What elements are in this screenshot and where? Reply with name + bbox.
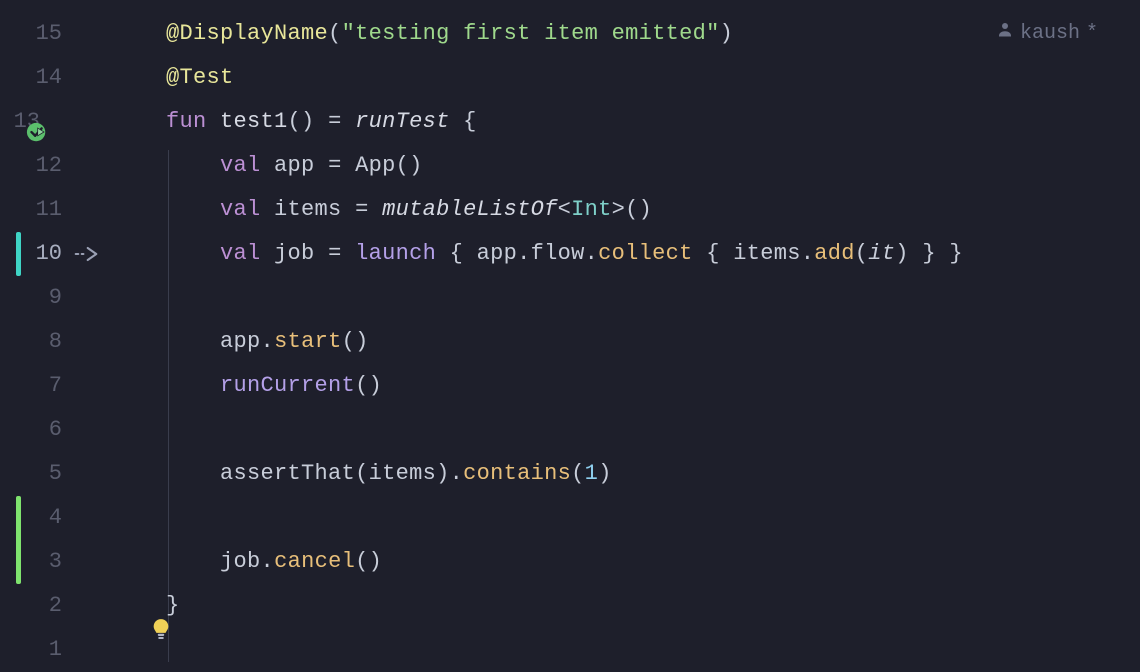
code-line[interactable]: runCurrent() xyxy=(112,364,1140,408)
line-number[interactable]: 11 xyxy=(0,188,112,232)
line-number[interactable]: 14 xyxy=(0,56,112,100)
line-number[interactable]: 12 xyxy=(0,144,112,188)
code-line[interactable]: @DisplayName("testing first item emitted… xyxy=(112,12,1140,56)
code-line[interactable]: val job = launch { app.flow.collect { it… xyxy=(112,232,1140,276)
inline-diff-icon[interactable] xyxy=(74,245,98,263)
line-number[interactable]: 3 xyxy=(0,540,112,584)
run-test-icon[interactable] xyxy=(26,122,48,144)
code-line[interactable]: app.start() xyxy=(112,320,1140,364)
code-line[interactable]: } xyxy=(112,584,1140,628)
line-number[interactable]: 6 xyxy=(0,408,112,452)
line-number[interactable]: 9 xyxy=(0,276,112,320)
dirty-indicator: * xyxy=(1086,12,1098,56)
code-editor[interactable]: 15 14 13 12 11 10 9 8 7 6 5 4 3 2 1 @Dis… xyxy=(0,0,1140,662)
code-line[interactable]: val items = mutableListOf<Int>() xyxy=(112,188,1140,232)
line-number[interactable]: 4 xyxy=(0,496,112,540)
code-line[interactable] xyxy=(112,276,1140,320)
line-number[interactable]: 8 xyxy=(0,320,112,364)
line-number[interactable]: 2 xyxy=(0,584,112,628)
code-line[interactable]: assertThat(items).contains(1) xyxy=(112,452,1140,496)
line-number[interactable]: 15 xyxy=(0,12,112,56)
person-icon xyxy=(996,12,1014,56)
editor-content[interactable]: @DisplayName("testing first item emitted… xyxy=(112,0,1140,662)
author-name: kaush xyxy=(1020,12,1080,56)
editor-gutter[interactable]: 15 14 13 12 11 10 9 8 7 6 5 4 3 2 1 xyxy=(0,0,112,662)
line-number[interactable]: 1 xyxy=(0,628,112,672)
intention-bulb-icon[interactable] xyxy=(150,617,172,662)
code-line[interactable] xyxy=(112,628,1140,672)
line-number[interactable]: 10 xyxy=(0,232,112,276)
line-number[interactable]: 7 xyxy=(0,364,112,408)
code-line[interactable] xyxy=(112,408,1140,452)
line-number[interactable]: 5 xyxy=(0,452,112,496)
line-number[interactable]: 13 xyxy=(0,100,112,144)
code-line[interactable]: @Test xyxy=(112,56,1140,100)
author-inlay-hint[interactable]: kaush * xyxy=(996,12,1098,56)
code-line[interactable]: val app = App() xyxy=(112,144,1140,188)
code-line[interactable]: job.cancel() xyxy=(112,540,1140,584)
code-line[interactable]: fun test1() = runTest { xyxy=(112,100,1140,144)
code-line[interactable] xyxy=(112,496,1140,540)
